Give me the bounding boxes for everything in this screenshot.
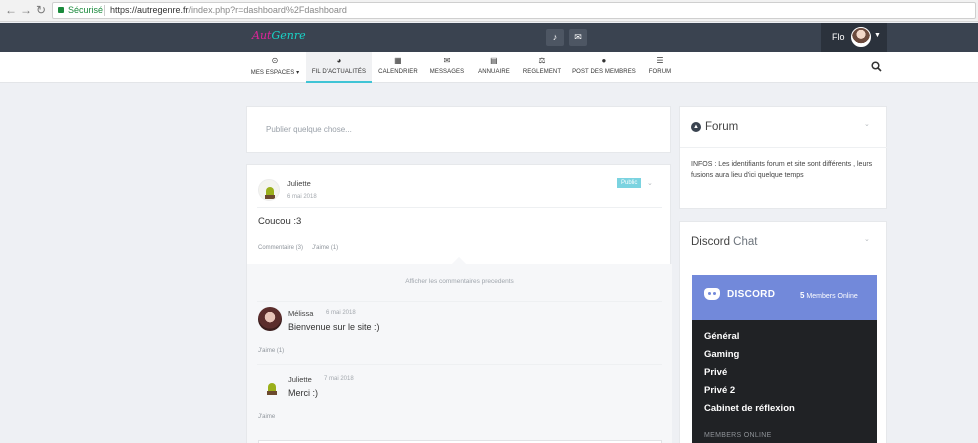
user-icon: ● (601, 56, 607, 65)
nav-messages[interactable]: ✉ MESSAGES (426, 52, 468, 83)
chevron-down-icon[interactable]: ⌄ (647, 179, 653, 187)
members-online-heading: MEMBERS ONLINE (704, 432, 772, 439)
back-arrow-icon[interactable]: ← (4, 3, 18, 17)
calendar-icon: ▦ (394, 56, 402, 65)
envelope-icon: ✉ (443, 56, 451, 65)
username: Flo (832, 32, 845, 42)
channel-cabinet[interactable]: Cabinet de réflexion (704, 403, 795, 414)
comment-author[interactable]: Juliette (288, 375, 312, 384)
show-previous-comments[interactable]: Afficher les commentaires precedents (247, 278, 672, 285)
target-icon: ⊙ (271, 56, 279, 65)
url-path: /index.php?r=dashboard%2Fdashboard (188, 5, 347, 15)
post-composer[interactable]: Publier quelque chose... (246, 106, 671, 153)
discord-logo-icon (704, 288, 720, 300)
discord-widget: DISCORD 5 Members Online Général Gaming … (692, 275, 877, 443)
composer-placeholder[interactable]: Publier quelque chose... (266, 125, 352, 134)
comment-like-link[interactable]: J'aime (258, 414, 275, 420)
comment-date: 7 mai 2018 (324, 376, 354, 382)
url-base: https://autregenre.fr (110, 5, 189, 15)
comment-like-link[interactable]: J'aime (1) (258, 348, 284, 354)
avatar[interactable] (258, 179, 280, 201)
like-link[interactable]: J'aime (1) (312, 245, 338, 251)
chevron-down-icon[interactable]: ⌄ (864, 235, 870, 243)
user-menu[interactable]: Flo ▼ (821, 23, 887, 52)
members-online-count: 5 Members Online (800, 291, 858, 300)
nav-forum[interactable]: ☰ FORUM (645, 52, 675, 83)
address-bar[interactable]: Sécurisé https://autregenre.fr/index.php… (52, 2, 976, 19)
list-icon: ☰ (656, 56, 664, 65)
divider (257, 207, 662, 208)
caret-down-icon: ▼ (874, 32, 881, 39)
post-date[interactable]: 6 mai 2018 (287, 194, 317, 200)
discord-wordmark: DISCORD (727, 289, 776, 300)
book-icon: ▤ (490, 56, 498, 65)
chevron-down-icon[interactable]: ⌄ (864, 120, 870, 128)
avatar (851, 27, 871, 47)
avatar[interactable] (258, 307, 282, 331)
post-text: Coucou :3 (258, 216, 302, 227)
nav-calendrier[interactable]: ▦ CALENDRIER (376, 52, 420, 83)
nav-fil-actualites[interactable]: ◕ FIL D'ACTUALITÉS (306, 52, 372, 83)
comment-date: 6 mai 2018 (326, 310, 356, 316)
divider (680, 147, 888, 148)
comments-section: Afficher les commentaires precedents Mél… (247, 256, 672, 443)
nav-mes-espaces[interactable]: ⊙ MES ESPACES ▾ (246, 52, 304, 83)
comment-text: Bienvenue sur le site :) (288, 322, 380, 332)
comment-text: Merci :) (288, 388, 318, 398)
channel-general[interactable]: Général (704, 331, 739, 342)
envelope-icon[interactable]: ✉ (569, 29, 587, 46)
discord-card: Discord Chat ⌄ DISCORD 5 Members Online … (679, 221, 887, 443)
comment-author[interactable]: Mélissa (288, 309, 313, 318)
bell-icon[interactable]: ♪ (546, 29, 564, 46)
dashboard-icon: ◕ (336, 56, 342, 65)
discord-title: Discord Chat (691, 236, 758, 248)
nav-post-des-membres[interactable]: ● POST DES MEMBRES (572, 52, 636, 83)
url-text: https://autregenre.fr/index.php?r=dashbo… (110, 3, 347, 18)
forum-card: ▲ Forum ⌄ INFOS : Les identifiants forum… (679, 106, 888, 209)
post-card: Juliette 6 mai 2018 Public ⌄ Coucou :3 C… (246, 164, 672, 443)
lock-icon (58, 7, 64, 13)
search-icon[interactable] (871, 61, 882, 72)
channel-prive-2[interactable]: Privé 2 (704, 385, 735, 396)
reload-icon[interactable]: ↻ (34, 3, 48, 17)
divider (257, 364, 662, 365)
channel-prive[interactable]: Privé (704, 367, 727, 378)
chevron-up-circle-icon: ▲ (691, 122, 701, 132)
comment-link[interactable]: Commentaire (3) (258, 245, 303, 251)
browser-toolbar: ← → ↻ Sécurisé https://autregenre.fr/ind… (0, 0, 978, 22)
post-author[interactable]: Juliette (287, 179, 311, 188)
forum-title: Forum (705, 121, 739, 133)
nav-annuaire[interactable]: ▤ ANNUAIRE (474, 52, 514, 83)
address-separator (104, 5, 105, 16)
top-header: AutGenre ♪ ✉ Flo ▼ (0, 23, 978, 52)
forward-arrow-icon[interactable]: → (19, 3, 33, 17)
divider (257, 301, 662, 302)
visibility-badge: Public (617, 178, 642, 188)
nav-reglement[interactable]: ⚖ REGLEMENT (521, 52, 563, 83)
main-nav: ⊙ MES ESPACES ▾ ◕ FIL D'ACTUALITÉS ▦ CAL… (0, 52, 978, 83)
avatar[interactable] (261, 376, 283, 398)
secure-label: Sécurisé (68, 5, 104, 15)
forum-info-text: INFOS : Les identifiants forum et site s… (691, 161, 873, 179)
discord-widget-header[interactable]: DISCORD 5 Members Online (692, 275, 877, 320)
site-logo[interactable]: AutGenre (252, 29, 306, 42)
channel-gaming[interactable]: Gaming (704, 349, 739, 360)
scale-icon: ⚖ (538, 56, 546, 65)
